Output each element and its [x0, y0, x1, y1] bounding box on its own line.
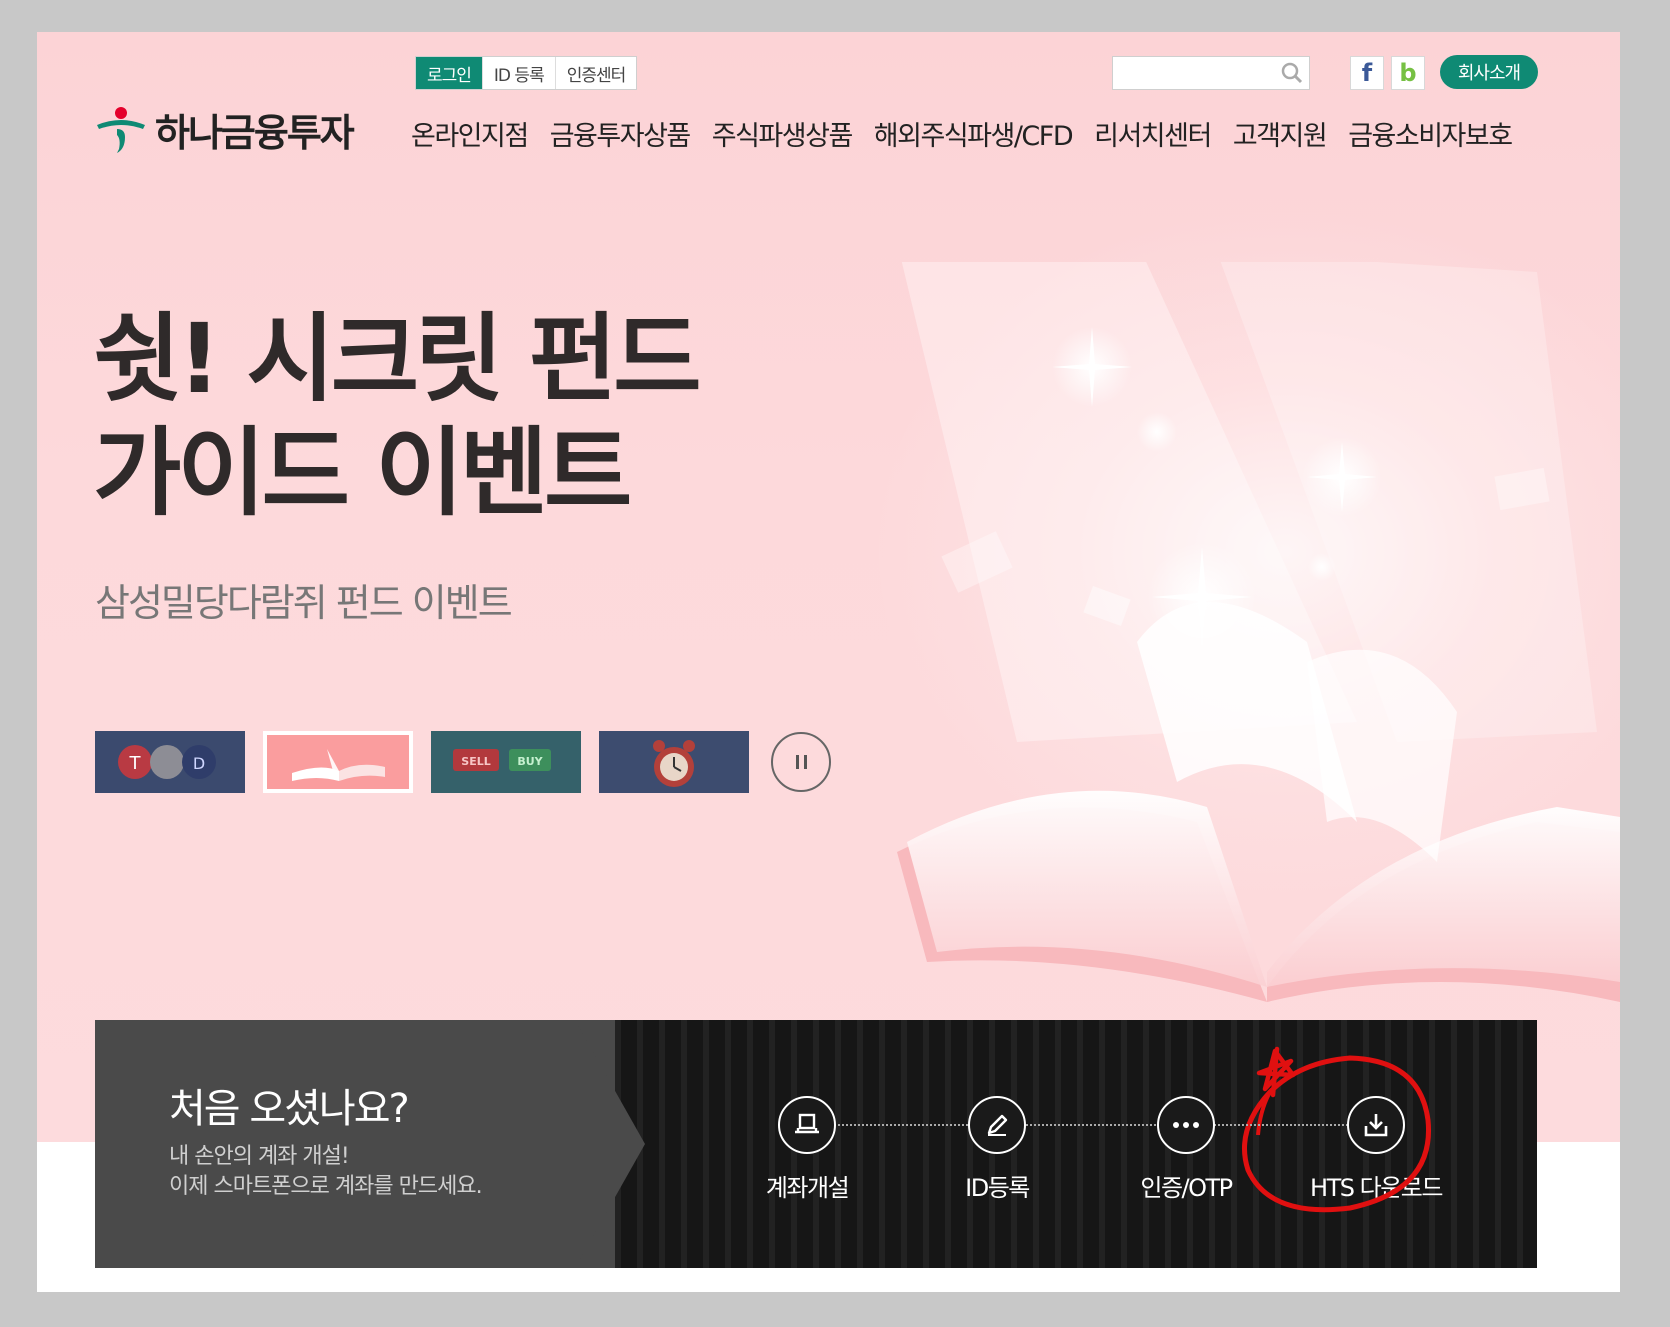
slide-thumb-4[interactable]	[599, 731, 749, 793]
pause-icon-bar	[803, 755, 807, 769]
nav-customer-support[interactable]: 고객지원	[1233, 114, 1328, 153]
hero-headline[interactable]: 쉿! 시크릿 펀드 가이드 이벤트	[93, 302, 702, 530]
quick-desc-line-2: 이제 스마트폰으로 계좌를 만드세요.	[169, 1174, 483, 1199]
page: 하나금융투자 로그인 ID 등록 인증센터 f b 회사소개 온라인지점 금융투…	[37, 32, 1620, 1292]
download-icon	[1347, 1096, 1405, 1154]
nav-research-center[interactable]: 리서치센터	[1094, 114, 1212, 153]
buy-label: BUY	[517, 755, 543, 768]
main-navigation: 온라인지점 금융투자상품 주식파생상품 해외주식파생/CFD 리서치센터 고객지…	[411, 114, 1513, 153]
quick-label-id-register: ID등록	[965, 1174, 1030, 1202]
quick-description: 내 손안의 계좌 개설! 이제 스마트폰으로 계좌를 만드세요.	[169, 1142, 483, 1202]
headline-line-1: 쉿! 시크릿 펀드	[93, 303, 702, 415]
facebook-icon[interactable]: f	[1350, 56, 1384, 90]
quick-intro-arrow	[575, 1020, 645, 1268]
cert-center-link[interactable]: 인증센터	[554, 57, 637, 89]
account-open-icon	[778, 1096, 836, 1154]
slide-thumb-2-active[interactable]	[263, 731, 413, 793]
tesla-logo-mark: T	[129, 753, 142, 774]
slide-thumbnails: T D SELL BUY	[95, 731, 831, 793]
slide-thumb-1[interactable]: T D	[95, 731, 245, 793]
slide-thumb-3[interactable]: SELL BUY	[431, 731, 581, 793]
open-book-illustration	[897, 262, 1620, 1002]
nav-online-branch[interactable]: 온라인지점	[411, 114, 529, 153]
pause-icon-bar	[795, 755, 799, 769]
id-register-link[interactable]: ID 등록	[481, 57, 555, 89]
company-intro-button[interactable]: 회사소개	[1440, 55, 1538, 89]
quick-title: 처음 오셨나요?	[169, 1086, 410, 1132]
pencil-icon	[968, 1096, 1026, 1154]
logo-text: 하나금융투자	[155, 111, 355, 155]
hana-logo[interactable]: 하나금융투자	[95, 102, 355, 157]
nav-investment-products[interactable]: 금융투자상품	[550, 114, 692, 153]
blog-icon[interactable]: b	[1391, 56, 1425, 90]
sell-label: SELL	[461, 755, 490, 768]
quick-label-account-open: 계좌개설	[765, 1174, 850, 1202]
password-dots-icon	[1157, 1096, 1215, 1154]
red-annotation-star	[1256, 1046, 1296, 1098]
hana-logo-icon	[95, 105, 147, 155]
nav-overseas-cfd[interactable]: 해외주식파생/CFD	[874, 114, 1074, 153]
headline-line-2: 가이드 이벤트	[93, 417, 632, 529]
quick-desc-line-1: 내 손안의 계좌 개설!	[169, 1144, 350, 1169]
hero-subline: 삼성밀당다람쥐 펀드 이벤트	[95, 581, 513, 625]
search-box	[1112, 56, 1310, 90]
login-link[interactable]: 로그인	[416, 57, 482, 89]
quick-label-cert-otp: 인증/OTP	[1140, 1174, 1233, 1202]
search-input[interactable]	[1113, 57, 1273, 89]
quick-item-account-open[interactable]: 계좌개설	[722, 1096, 892, 1203]
pause-button[interactable]	[771, 732, 831, 792]
quick-menu-dotted-connector	[795, 1124, 1355, 1126]
nav-stock-derivatives[interactable]: 주식파생상품	[712, 114, 854, 153]
utility-menu: 로그인 ID 등록 인증센터	[415, 56, 638, 90]
disney-logo-mark: D	[193, 754, 205, 773]
search-icon[interactable]	[1281, 62, 1303, 84]
quick-item-id-register[interactable]: ID등록	[912, 1096, 1082, 1203]
nav-consumer-protection[interactable]: 금융소비자보호	[1348, 114, 1513, 153]
